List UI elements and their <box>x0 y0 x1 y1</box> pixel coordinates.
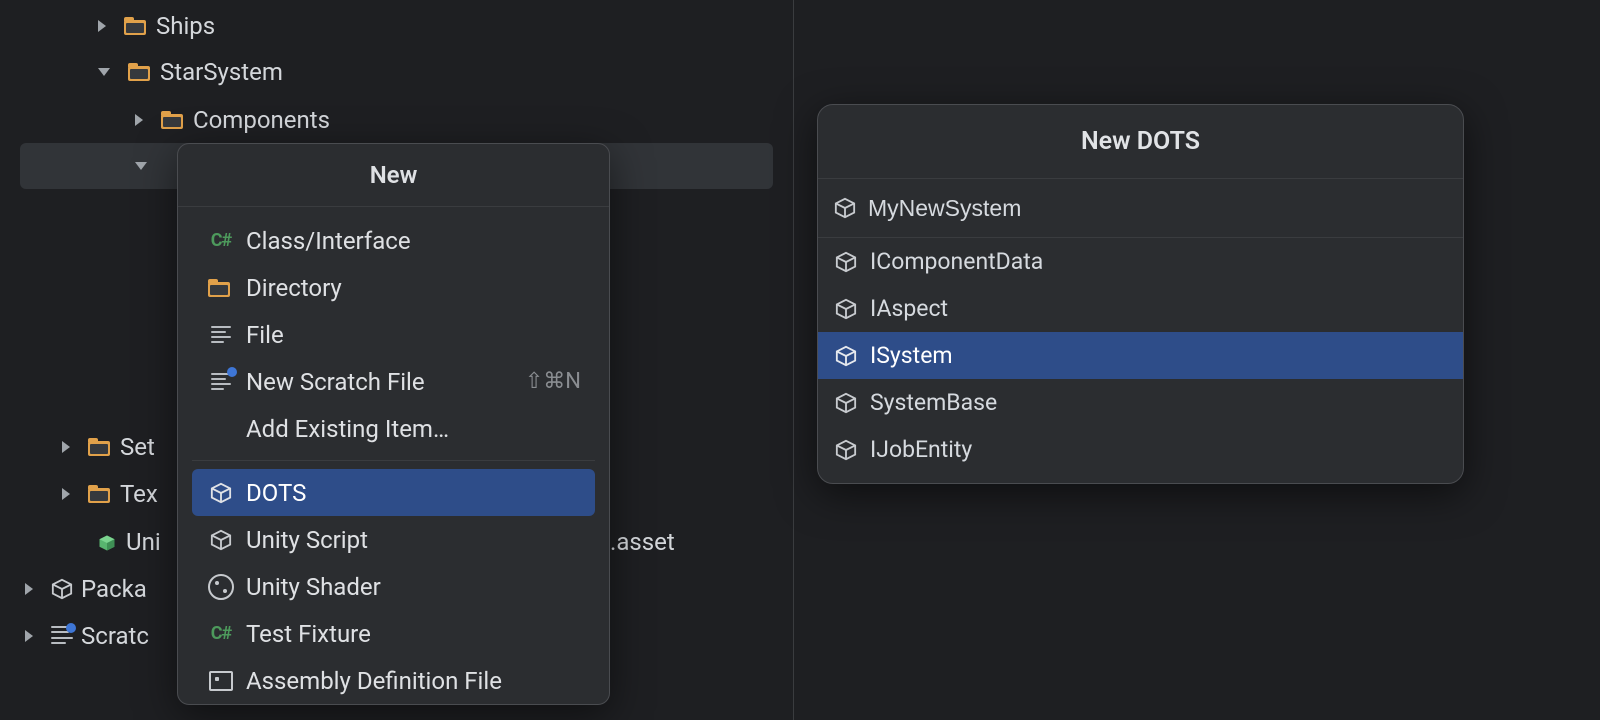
menu-item-asmdef[interactable]: Assembly Definition File <box>192 657 595 704</box>
dialog-template-item[interactable]: ISystem <box>818 332 1463 379</box>
unity-cube-icon <box>834 344 858 368</box>
menu-item-label: Assembly Definition File <box>246 667 581 695</box>
menu-item-label: DOTS <box>246 479 581 507</box>
chevron-right-icon <box>98 20 106 32</box>
tree-item-label: Scratc <box>81 622 149 650</box>
unity-cube-icon <box>834 438 858 462</box>
csharp-icon: C# <box>208 230 234 251</box>
tree-item-ships[interactable]: Ships <box>0 2 793 50</box>
chevron-right-icon <box>135 114 143 126</box>
folder-icon <box>88 438 110 456</box>
tree-item-label: Components <box>193 106 330 134</box>
dialog-template-label: ISystem <box>870 342 953 369</box>
chevron-down-icon <box>98 68 110 76</box>
menu-item-dots[interactable]: DOTS <box>192 469 595 516</box>
menu-item-unity-shader[interactable]: Unity Shader <box>192 563 595 610</box>
menu-item-label: Unity Script <box>246 526 581 554</box>
package-icon <box>51 578 73 600</box>
unity-asset-icon <box>98 533 116 551</box>
tree-item-suffix: .asset <box>610 528 675 556</box>
menu-item-file[interactable]: File <box>192 311 595 358</box>
dialog-template-item[interactable]: IComponentData <box>818 238 1463 285</box>
folder-icon <box>88 485 110 503</box>
menu-item-label: Test Fixture <box>246 620 581 648</box>
shader-icon <box>208 574 234 600</box>
dialog-template-item[interactable]: SystemBase <box>818 379 1463 426</box>
menu-item-directory[interactable]: Directory <box>192 264 595 311</box>
file-lines-icon <box>211 326 231 344</box>
chevron-right-icon <box>62 441 70 453</box>
tree-item-components[interactable]: Components <box>0 96 793 144</box>
folder-icon <box>161 111 183 129</box>
chevron-down-icon <box>135 162 147 170</box>
tree-item-label: Packa <box>81 575 147 603</box>
menu-item-label: New Scratch File <box>246 368 513 396</box>
scratches-icon <box>51 626 73 646</box>
unity-cube-icon <box>834 197 856 219</box>
asmdef-icon <box>209 671 233 691</box>
tree-item-label: Ships <box>156 12 215 40</box>
tree-item-label: Uni <box>126 528 161 556</box>
dialog-name-row[interactable] <box>818 179 1463 238</box>
menu-item-shortcut: ⇧⌘N <box>525 369 581 394</box>
new-dots-dialog: New DOTS IComponentData IAspect ISystem Sys… <box>817 104 1464 484</box>
unity-cube-icon <box>834 391 858 415</box>
folder-icon <box>208 279 224 297</box>
dialog-template-label: SystemBase <box>870 389 997 416</box>
menu-item-label: Unity Shader <box>246 573 581 601</box>
unity-cube-icon <box>834 297 858 321</box>
chevron-right-icon <box>25 583 33 595</box>
tree-item-label: StarSystem <box>160 58 283 86</box>
menu-item-label: File <box>246 321 581 349</box>
unity-cube-icon <box>834 250 858 274</box>
menu-separator <box>192 460 595 461</box>
dialog-template-label: IAspect <box>870 295 948 322</box>
menu-item-label: Class/Interface <box>246 227 581 255</box>
menu-item-test-fixture[interactable]: C# Test Fixture <box>192 610 595 657</box>
tree-item-label: Tex <box>120 480 158 508</box>
new-context-menu: New C# Class/Interface Directory File Ne… <box>177 143 610 705</box>
tree-item-starsystem[interactable]: StarSystem <box>0 48 793 96</box>
tree-item-label: Set <box>120 433 155 461</box>
folder-icon <box>128 63 150 81</box>
csharp-icon: C# <box>208 623 234 644</box>
dialog-template-item[interactable]: IJobEntity <box>818 426 1463 473</box>
dialog-title: New DOTS <box>818 105 1463 179</box>
dialog-template-item[interactable]: IAspect <box>818 285 1463 332</box>
chevron-right-icon <box>62 488 70 500</box>
unity-cube-icon <box>210 482 232 504</box>
menu-title: New <box>178 144 609 207</box>
dialog-template-label: IComponentData <box>870 248 1043 275</box>
menu-item-scratch-file[interactable]: New Scratch File ⇧⌘N <box>192 358 595 405</box>
dialog-name-input[interactable] <box>868 195 1447 222</box>
menu-item-label: Directory <box>246 274 581 302</box>
menu-item-class-interface[interactable]: C# Class/Interface <box>192 217 595 264</box>
dialog-template-list: IComponentData IAspect ISystem SystemBase IJ… <box>818 238 1463 483</box>
menu-item-add-existing[interactable]: Add Existing Item… <box>192 405 595 452</box>
menu-item-label: Add Existing Item… <box>246 415 581 443</box>
folder-icon <box>124 17 146 35</box>
unity-cube-icon <box>210 529 232 551</box>
dialog-template-label: IJobEntity <box>870 436 972 463</box>
menu-item-unity-script[interactable]: Unity Script <box>192 516 595 563</box>
chevron-right-icon <box>25 630 33 642</box>
